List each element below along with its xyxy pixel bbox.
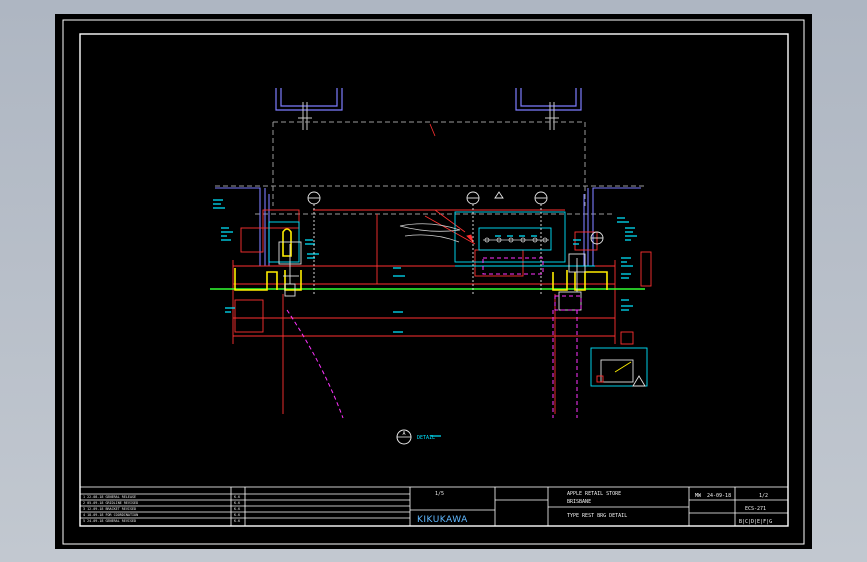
drawing-date: 24-09-18	[707, 493, 731, 499]
left-mullion	[215, 187, 270, 266]
drawing-title: TYPE REST BRG DETAIL	[567, 513, 627, 519]
revision-marks: B|C|D|E|F|G	[739, 519, 772, 525]
revision-row: 5 24-09-18 GENERAL REVISED	[83, 519, 136, 523]
revision-row: 2 05-09-18 GRIDLINE REVISED	[83, 501, 138, 505]
section-marker: A DETAIL	[396, 429, 435, 445]
project-location: BRISBANE	[567, 499, 591, 505]
inner-sheet-border	[79, 33, 789, 527]
revision-by: K.K	[234, 519, 241, 523]
cad-viewport[interactable]: A DETAIL 1 22-08-18 GENERAL RELEASE 2 05…	[55, 14, 812, 549]
left-top-steel-section	[275, 88, 343, 111]
red-leader-arrows	[424, 123, 476, 245]
drawing-number: ECS-271	[745, 506, 766, 512]
drawn-by: MW	[695, 493, 702, 499]
revision-row: 3 12-09-18 BRACKET REVISED	[83, 507, 136, 511]
section-marker-letter: A	[402, 431, 405, 437]
revision-row: 1 22-08-18 GENERAL RELEASE	[83, 495, 136, 499]
outer-sheet-border	[62, 19, 805, 545]
revision-table: 1 22-08-18 GENERAL RELEASE 2 05-09-18 GR…	[83, 495, 241, 523]
structure-outline	[215, 121, 645, 215]
revision-by: K.K	[234, 495, 241, 499]
grid-bubbles	[307, 191, 604, 294]
right-bracket-assembly	[552, 270, 608, 291]
right-top-steel-section	[515, 88, 582, 111]
company-logo: KIKUKAWA	[417, 515, 468, 525]
project-name: APPLE RETAIL STORE	[567, 491, 621, 497]
right-mullion	[583, 187, 641, 266]
scale-value: 1/5	[435, 491, 444, 497]
section-label: DETAIL	[417, 435, 435, 441]
revision-by: K.K	[234, 501, 241, 505]
cyan-annotation-boxes	[268, 211, 648, 387]
revision-row: 4 18-09-18 FOR COORDINATION	[83, 513, 138, 517]
revision-by: K.K	[234, 513, 241, 517]
hidden-swing-lines	[286, 257, 582, 419]
left-bracket-assembly	[234, 228, 302, 291]
sheet-number: 1/2	[759, 493, 768, 499]
inset-detail	[596, 359, 646, 387]
central-spring-detail	[399, 223, 549, 243]
revision-by: K.K	[234, 507, 241, 511]
